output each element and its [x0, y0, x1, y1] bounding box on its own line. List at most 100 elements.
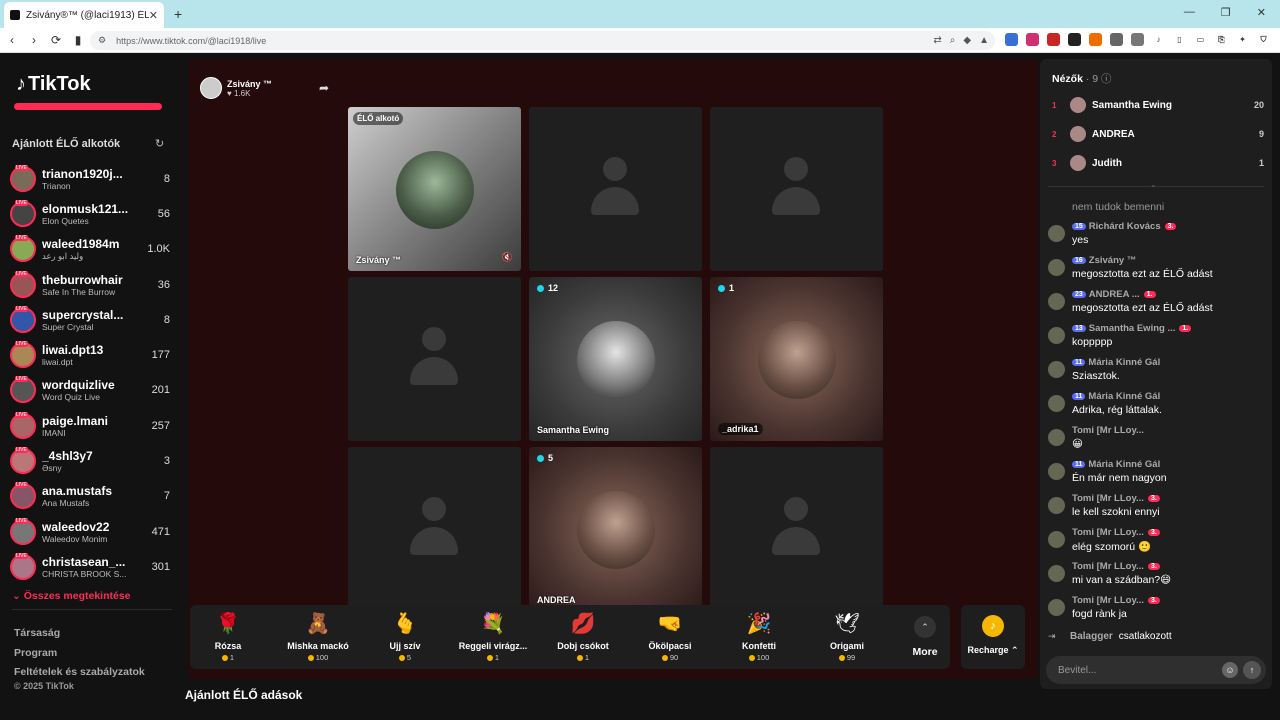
- gift-item[interactable]: 💋 Dobj csókot 1: [548, 611, 618, 662]
- guest-cell-adrika[interactable]: 1 _adrika1: [710, 277, 883, 441]
- chat-avatar[interactable]: [1048, 531, 1065, 548]
- chat-username[interactable]: Mária Kinné Gál: [1088, 357, 1160, 368]
- top-viewer-row[interactable]: 3 Judith 1: [1052, 153, 1264, 173]
- chat-message[interactable]: Tomi [Mr LLoy... 3. fogd rànk ja: [1048, 595, 1268, 629]
- chat-avatar[interactable]: [1048, 497, 1065, 514]
- footer-link-company[interactable]: Társaság: [14, 624, 145, 644]
- new-tab-icon[interactable]: +: [174, 6, 182, 22]
- screenshot-icon[interactable]: ⎘: [1215, 33, 1228, 46]
- creator-item[interactable]: LIVE theburrowhair Safe In The Burrow 36: [10, 267, 170, 302]
- creator-item[interactable]: LIVE wordquizlive Word Quiz Live 201: [10, 373, 170, 408]
- chat-message[interactable]: 11 Mária Kinné Gál Sziasztok.: [1048, 357, 1268, 391]
- minimize-icon[interactable]: —: [1184, 6, 1195, 19]
- creator-item[interactable]: LIVE supercrystal... Super Crystal 8: [10, 302, 170, 337]
- reload-icon[interactable]: ⟳: [46, 33, 66, 47]
- chat-message[interactable]: Tomi [Mr LLoy... 3. elég szomorú 🙂: [1048, 527, 1268, 561]
- chat-avatar[interactable]: [1048, 565, 1065, 582]
- music-icon[interactable]: ♪: [1152, 33, 1165, 46]
- guest-cell-samantha[interactable]: 12 Samantha Ewing: [529, 277, 702, 441]
- send-icon[interactable]: ↑: [1243, 661, 1261, 679]
- tiktok-logo[interactable]: ♪ TikTok: [16, 73, 91, 96]
- chat-avatar[interactable]: [1048, 395, 1065, 412]
- chat-avatar[interactable]: [1048, 599, 1065, 616]
- puzzle-icon[interactable]: [1110, 33, 1123, 46]
- translate-icon[interactable]: ⇄: [933, 35, 941, 46]
- gift-item[interactable]: 🎉 Konfetti 100: [724, 611, 794, 662]
- chat-username[interactable]: Samantha Ewing ...: [1089, 323, 1176, 334]
- chat-message[interactable]: Tomi [Mr LLoy... 3. mi van a szádban?😄: [1048, 561, 1268, 595]
- chat-username[interactable]: Zsivány ™: [1089, 255, 1137, 266]
- creator-item[interactable]: LIVE _4shl3y7 Əsny 3: [10, 443, 170, 478]
- footer-link-program[interactable]: Program: [14, 644, 145, 664]
- chat-avatar[interactable]: [1048, 361, 1065, 378]
- creator-item[interactable]: LIVE trianon1920j... Trianon 8: [10, 161, 170, 196]
- chat-username[interactable]: Tomi [Mr LLoy...: [1072, 561, 1144, 572]
- creator-item[interactable]: LIVE elonmusk121... Elon Quetes 56: [10, 196, 170, 231]
- share-icon[interactable]: ➦: [319, 81, 329, 95]
- chat-username[interactable]: Tomi [Mr LLoy...: [1072, 425, 1144, 436]
- creator-item[interactable]: LIVE christasean_... CHRISTA BROOK S... 301: [10, 549, 170, 584]
- chat-message[interactable]: 23 ANDREA ... 1. megosztotta ezt az ÉLŐ adá…: [1048, 289, 1268, 323]
- chat-username[interactable]: Tomi [Mr LLoy...: [1072, 595, 1144, 606]
- host-avatar[interactable]: [200, 77, 222, 99]
- extension-icon[interactable]: [1089, 33, 1102, 46]
- more-gifts-button[interactable]: ⌃ More: [905, 616, 945, 658]
- zoom-icon[interactable]: ⌕: [950, 35, 956, 46]
- chat-avatar[interactable]: [1048, 225, 1065, 242]
- close-tab-icon[interactable]: ✕: [149, 9, 158, 22]
- gift-item[interactable]: 🫰 Ujj szív 5: [370, 611, 440, 662]
- gift-item[interactable]: 🤜 Ökölpacsi 90: [635, 611, 705, 662]
- chat-message[interactable]: 16 Zsivány ™ megosztotta ezt az ÉLŐ adást: [1048, 255, 1268, 289]
- creator-item[interactable]: LIVE ana.mustafs Ana Mustafs 7: [10, 479, 170, 514]
- close-window-icon[interactable]: ✕: [1257, 6, 1266, 19]
- chat-message[interactable]: 11 Mária Kinné Gál Én már nem nagyon: [1048, 459, 1268, 493]
- see-all-link[interactable]: ⌄ Összes megtekintése: [12, 590, 131, 602]
- gift-item[interactable]: 🕊 Origami 99: [812, 611, 882, 662]
- extension-icon[interactable]: [1005, 33, 1018, 46]
- chat-username[interactable]: Tomi [Mr LLoy...: [1072, 527, 1144, 538]
- join-name[interactable]: Balagger: [1070, 631, 1113, 642]
- creator-item[interactable]: LIVE waleed1984m وليد ابو رعد 1.0K: [10, 232, 170, 267]
- chat-message[interactable]: Tomi [Mr LLoy... 😀: [1048, 425, 1268, 459]
- chat-username[interactable]: Tomi [Mr LLoy...: [1072, 493, 1144, 504]
- browser-tab[interactable]: Zsivány®™ (@laci1913) ÉLŐ ✕: [4, 2, 164, 28]
- guest-cell-empty[interactable]: [710, 107, 883, 271]
- creator-item[interactable]: LIVE liwai.dpt13 liwai.dpt 177: [10, 337, 170, 372]
- chat-username[interactable]: ANDREA ...: [1089, 289, 1140, 300]
- bookmark-icon[interactable]: ▮: [68, 33, 88, 47]
- guest-cell-empty[interactable]: [710, 447, 883, 611]
- recharge-button[interactable]: ♪ Recharge ⌃: [961, 605, 1025, 669]
- sidebar-icon[interactable]: ▯: [1173, 33, 1186, 46]
- site-info-icon[interactable]: ⚙: [98, 35, 106, 46]
- chat-avatar[interactable]: [1048, 293, 1065, 310]
- restore-icon[interactable]: ❐: [1221, 6, 1231, 19]
- forward-icon[interactable]: ›: [24, 33, 44, 47]
- gift-item[interactable]: 🌹 Rózsa 1: [193, 611, 263, 662]
- chat-message[interactable]: 11 Mária Kinné Gál Adrika, rég láttalak.: [1048, 391, 1268, 425]
- chat-message[interactable]: 13 Samantha Ewing ... 1. koppppp: [1048, 323, 1268, 357]
- chat-avatar[interactable]: [1048, 259, 1065, 276]
- emoji-icon[interactable]: ☺: [1222, 662, 1238, 678]
- vpn-icon[interactable]: ⛉: [1257, 33, 1270, 46]
- refresh-icon[interactable]: ↻: [155, 137, 164, 150]
- extension-icon[interactable]: [1131, 33, 1144, 46]
- creator-item[interactable]: LIVE paige.lmani IMANI 257: [10, 408, 170, 443]
- guest-cell-andrea[interactable]: 5 ANDREA: [529, 447, 702, 611]
- chat-avatar[interactable]: [1048, 327, 1065, 344]
- address-bar[interactable]: ⚙ https://www.tiktok.com/@laci1918/live …: [90, 31, 995, 50]
- chevron-down-icon[interactable]: ⌄: [1150, 180, 1157, 189]
- chat-username[interactable]: Mária Kinné Gál: [1088, 459, 1160, 470]
- creator-item[interactable]: LIVE waleedov22 Waleedov Monim 471: [10, 514, 170, 549]
- host-info[interactable]: Zsivány ™ ♥ 1.6K: [200, 77, 272, 99]
- info-icon[interactable]: ⓘ: [1101, 73, 1112, 85]
- chat-avatar[interactable]: [1048, 429, 1065, 446]
- back-icon[interactable]: ‹: [2, 33, 22, 47]
- chat-message[interactable]: 15 Richárd Kovács 3. yes: [1048, 221, 1268, 255]
- extension-icon[interactable]: [1026, 33, 1039, 46]
- top-viewer-row[interactable]: 1 Samantha Ewing 20: [1052, 95, 1264, 115]
- guest-cell-empty[interactable]: [348, 277, 521, 441]
- chat-input[interactable]: [1058, 664, 1222, 676]
- extension-icon[interactable]: [1047, 33, 1060, 46]
- footer-link-terms[interactable]: Feltételek és szabályzatok: [14, 663, 145, 683]
- wallet-icon[interactable]: ▭: [1194, 33, 1207, 46]
